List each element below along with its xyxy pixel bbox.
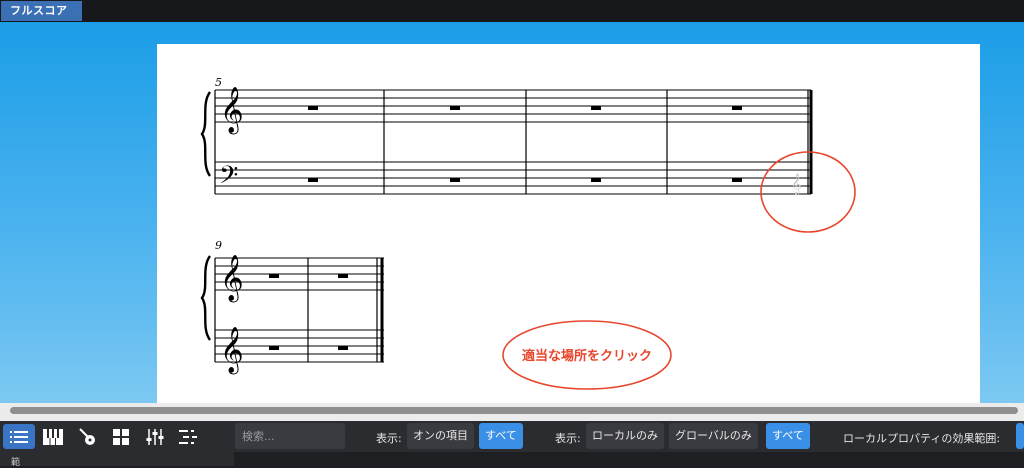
filter-all-button[interactable]: すべて <box>479 423 523 449</box>
ghost-clef-icon: 𝄞 <box>791 174 802 195</box>
piano-view-button[interactable] <box>37 424 69 449</box>
search-input[interactable] <box>235 423 345 449</box>
mixer-icon <box>146 428 164 445</box>
bass-staff <box>215 161 811 195</box>
filter-on-items-button[interactable]: オンの項目 <box>407 423 474 449</box>
title-bar: フルスコア <box>0 0 1024 22</box>
treble-staff <box>215 89 811 123</box>
whole-rest <box>269 274 279 278</box>
tracks-view-button[interactable] <box>173 424 205 449</box>
global-only-button[interactable]: グローバルのみ <box>669 423 758 449</box>
whole-rest <box>732 106 742 110</box>
list-icon <box>10 430 28 443</box>
annotation-text: 適当な場所をクリック <box>522 348 652 364</box>
whole-rest <box>338 274 348 278</box>
score-workspace[interactable]: 5 𝄞 𝄢 𝄞 9 𝄞 𝄞 適当な場所をクリック <box>0 22 1024 425</box>
score-page[interactable]: 5 𝄞 𝄢 𝄞 9 𝄞 𝄞 適当な場所をクリック <box>157 44 980 425</box>
whole-rests <box>308 106 742 182</box>
brace-icon <box>200 91 212 177</box>
whole-rest <box>338 346 348 350</box>
whole-rest <box>308 178 318 182</box>
treble-clef-icon: 𝄞 <box>220 255 244 303</box>
range-label: 範 <box>11 458 21 468</box>
guitar-icon <box>79 427 95 445</box>
brace-icon <box>200 255 212 341</box>
bass-clef-icon: 𝄢 <box>219 161 238 196</box>
whole-rest <box>591 106 601 110</box>
guitar-view-button[interactable] <box>71 424 103 449</box>
horizontal-scrollbar[interactable] <box>0 403 1024 421</box>
scope-all-button[interactable]: すべて <box>766 423 810 449</box>
mixer-view-button[interactable] <box>139 424 171 449</box>
grid-icon <box>113 428 129 445</box>
whole-rest <box>591 178 601 182</box>
treble-clef-icon: 𝄞 <box>220 327 244 375</box>
measure-number: 9 <box>215 239 222 252</box>
range-dropdown[interactable] <box>1016 423 1024 449</box>
tracks-icon <box>179 429 197 444</box>
show-label: 表示: <box>376 432 402 445</box>
properties-toolbar: 表示: オンの項目 すべて 表示: ローカルのみ グローバルのみ すべて ローカ… <box>0 421 1024 452</box>
whole-rest <box>308 106 318 110</box>
whole-rest <box>732 178 742 182</box>
scrollbar-thumb[interactable] <box>10 407 1018 414</box>
local-property-range-label: ローカルプロパティの効果範囲: <box>843 432 1001 445</box>
grid-view-button[interactable] <box>105 424 137 449</box>
treble-clef-icon: 𝄞 <box>220 87 244 135</box>
status-strip: 範 <box>0 452 1024 468</box>
properties-panel-header: 範 <box>0 452 234 468</box>
piano-icon <box>43 428 63 445</box>
whole-rest <box>450 106 460 110</box>
list-view-button[interactable] <box>3 424 35 449</box>
score-notation[interactable]: 5 𝄞 𝄢 𝄞 9 𝄞 𝄞 適当な場所をクリック <box>157 44 980 425</box>
local-only-button[interactable]: ローカルのみ <box>586 423 664 449</box>
show-label: 表示: <box>555 432 581 445</box>
tab-full-score[interactable]: フルスコア <box>1 1 82 21</box>
whole-rest <box>450 178 460 182</box>
whole-rest <box>269 346 279 350</box>
